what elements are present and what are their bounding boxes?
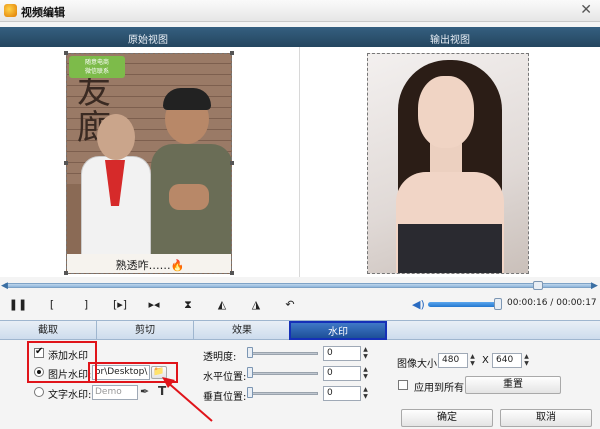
- timeline-start-marker-icon[interactable]: ◀: [1, 281, 8, 291]
- pen-icon[interactable]: ✒: [140, 385, 149, 398]
- transparency-spinner[interactable]: 0: [323, 346, 361, 361]
- tab-crop[interactable]: 剪切: [97, 321, 194, 340]
- crop-handle[interactable]: [230, 161, 234, 165]
- timeline-slider[interactable]: [4, 283, 594, 288]
- text-watermark-radio[interactable]: [34, 387, 44, 397]
- crop-handle[interactable]: [230, 271, 234, 275]
- v-position-label: 垂直位置:: [203, 392, 247, 403]
- crop-handle[interactable]: [64, 161, 68, 165]
- output-view-pane: [300, 47, 600, 277]
- play-selection-icon[interactable]: [▸]: [110, 297, 130, 313]
- image-height-spinner[interactable]: 640: [492, 353, 522, 368]
- h-position-spinner[interactable]: 0: [323, 366, 361, 381]
- app-logo-icon: [4, 4, 17, 17]
- undo-icon[interactable]: ↶: [280, 297, 300, 313]
- text-watermark-label: 文字水印:: [48, 390, 92, 401]
- image-size-label: 图像大小:: [397, 359, 441, 370]
- volume-slider[interactable]: [428, 302, 500, 307]
- original-view-pane: 友廊 随意电商 微信联系 熟透咋……🔥: [0, 47, 300, 277]
- size-separator: X: [482, 355, 489, 366]
- h-position-label: 水平位置:: [203, 372, 247, 383]
- watermark-logo: 随意电商 微信联系: [69, 56, 125, 78]
- text-watermark-field[interactable]: Demo: [92, 385, 138, 400]
- output-video-frame: [367, 53, 529, 274]
- edit-tabs: 截取 剪切 效果 水印: [0, 320, 600, 340]
- subtitle-bar: 熟透咋……🔥: [67, 254, 231, 273]
- tab-watermark[interactable]: 水印: [289, 321, 387, 340]
- rotate-right-icon[interactable]: ◮: [246, 297, 266, 313]
- h-position-slider[interactable]: [248, 372, 318, 375]
- transparency-label: 透明度:: [203, 352, 237, 363]
- video-subtitle: 熟透咋……🔥: [115, 259, 185, 272]
- time-separator: /: [550, 298, 554, 308]
- reset-button[interactable]: 重置: [465, 376, 561, 394]
- spinner-arrows-icon[interactable]: ▲ ▼: [361, 346, 370, 361]
- spinner-arrows-icon[interactable]: ▲ ▼: [468, 353, 477, 368]
- ok-button[interactable]: 确定: [401, 409, 493, 427]
- text-format-icon[interactable]: T: [158, 384, 166, 398]
- crop-handle[interactable]: [230, 51, 234, 55]
- v-position-slider[interactable]: [248, 392, 318, 395]
- image-width-spinner[interactable]: 480: [438, 353, 468, 368]
- set-start-icon[interactable]: [: [42, 297, 62, 313]
- transparency-thumb[interactable]: [247, 347, 253, 358]
- volume-icon[interactable]: ◀): [412, 298, 425, 311]
- v-position-spinner[interactable]: 0: [323, 386, 361, 401]
- highlight-box: [27, 341, 97, 383]
- tab-effect[interactable]: 效果: [194, 321, 291, 340]
- rotate-left-icon[interactable]: ◭: [212, 297, 232, 313]
- apply-all-label: 应用到所有: [414, 383, 464, 394]
- title-bar: 视频编辑 ✕: [0, 0, 600, 22]
- v-position-thumb[interactable]: [247, 387, 253, 398]
- person-right-image: [151, 74, 231, 273]
- flip-vertical-icon[interactable]: ⧗: [178, 297, 198, 313]
- original-view-label: 原始视图: [128, 35, 168, 46]
- spinner-arrows-icon[interactable]: ▲ ▼: [361, 366, 370, 381]
- window-title: 视频编辑: [21, 6, 65, 19]
- tab-trim[interactable]: 截取: [0, 321, 97, 340]
- person-left-image: [81, 114, 151, 266]
- time-readout: 00:00:16 / 00:00:17: [507, 298, 597, 308]
- spinner-arrows-icon[interactable]: ▲ ▼: [361, 386, 370, 401]
- view-header-bar: 原始视图 输出视图: [0, 27, 600, 47]
- transparency-slider[interactable]: [248, 352, 318, 355]
- close-icon[interactable]: ✕: [580, 2, 592, 18]
- total-time: 00:00:17: [556, 298, 597, 308]
- pause-icon[interactable]: ❚❚: [8, 297, 28, 313]
- timeline-end-marker-icon[interactable]: ▶: [591, 281, 598, 291]
- set-end-icon[interactable]: ]: [76, 297, 96, 313]
- h-position-thumb[interactable]: [247, 367, 253, 378]
- current-time: 00:00:16: [507, 298, 548, 308]
- step-icon[interactable]: ▸◂: [144, 297, 164, 313]
- spinner-arrows-icon[interactable]: ▲ ▼: [522, 353, 531, 368]
- original-video-frame[interactable]: 友廊 随意电商 微信联系 熟透咋……🔥: [66, 53, 232, 274]
- cancel-button[interactable]: 取消: [500, 409, 592, 427]
- crop-handle[interactable]: [64, 271, 68, 275]
- volume-thumb[interactable]: [494, 298, 502, 310]
- timeline-thumb[interactable]: [533, 281, 543, 290]
- output-view-label: 输出视图: [430, 35, 470, 46]
- apply-all-checkbox[interactable]: [398, 380, 408, 390]
- preview-area: 友廊 随意电商 微信联系 熟透咋……🔥: [0, 47, 600, 277]
- highlight-box: [88, 362, 178, 383]
- crop-handle[interactable]: [64, 51, 68, 55]
